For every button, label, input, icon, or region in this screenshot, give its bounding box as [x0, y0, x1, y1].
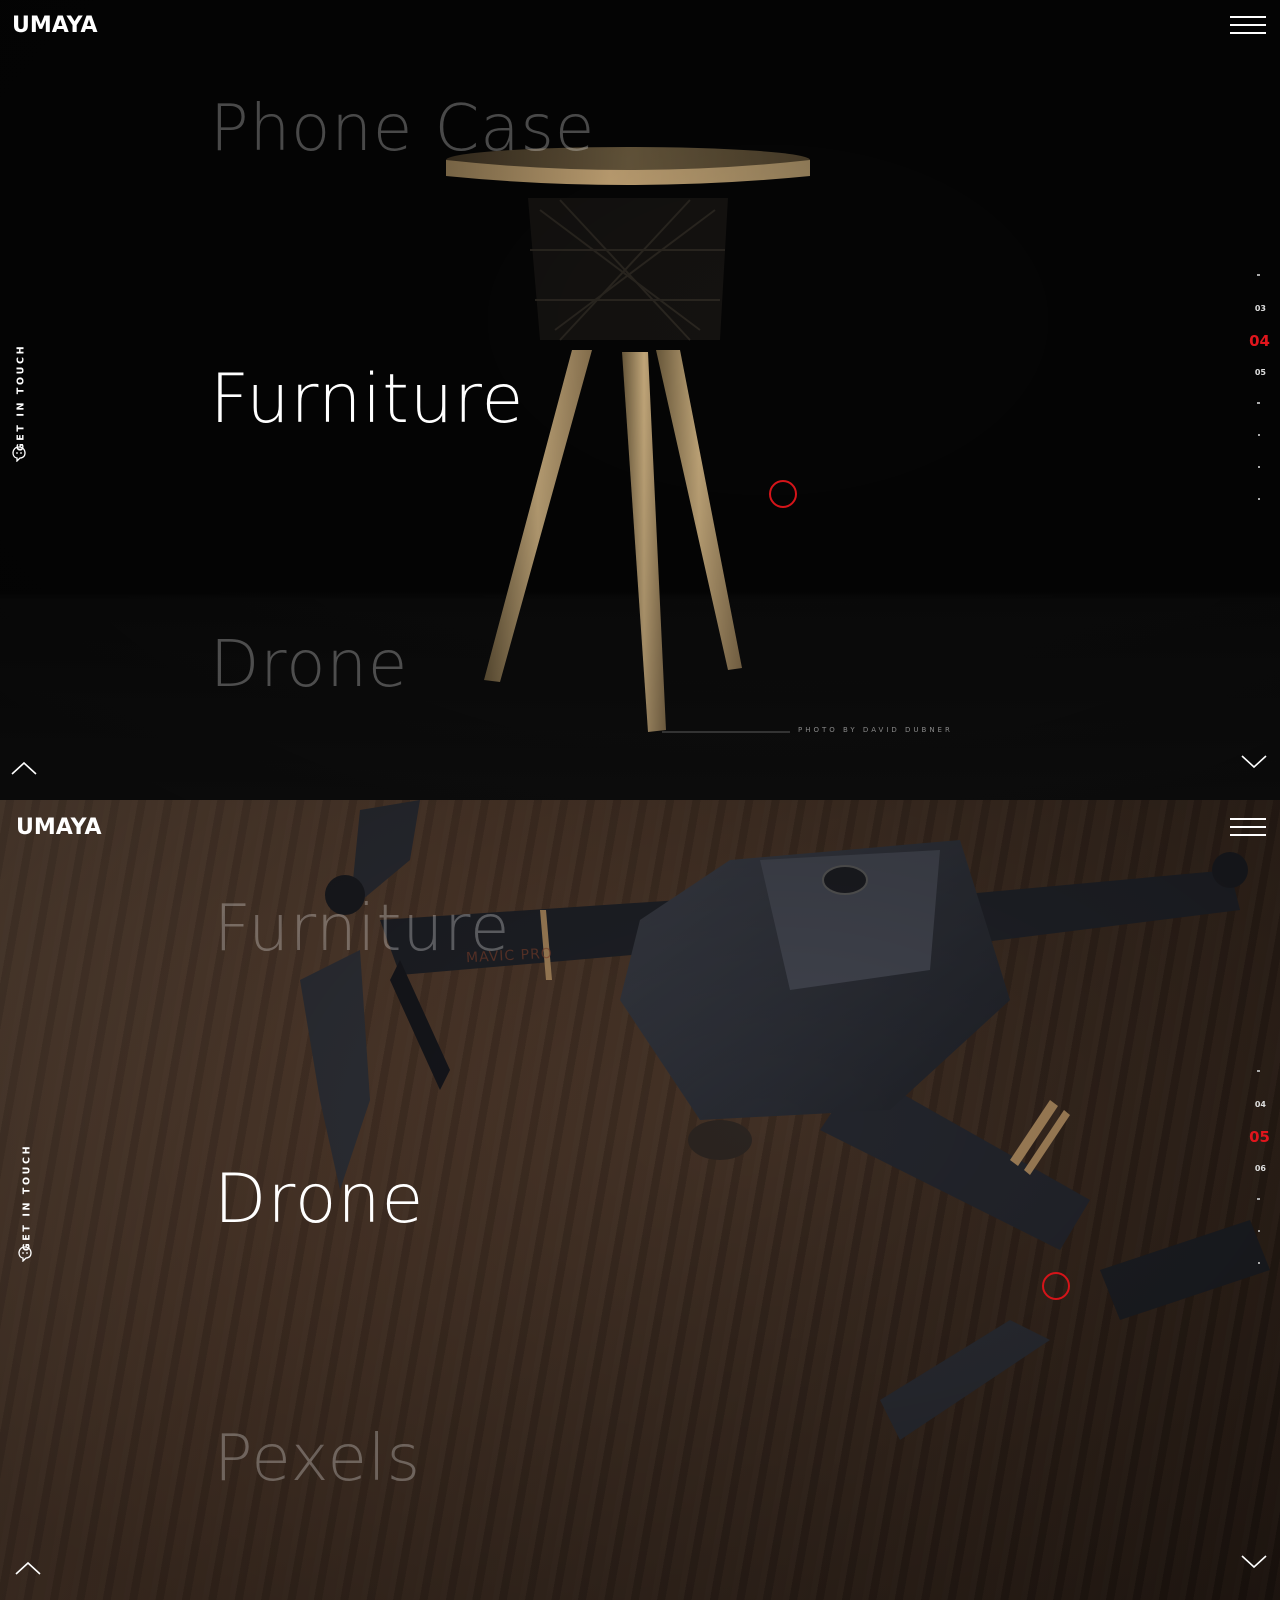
pager-prev-number[interactable]: 03	[1255, 304, 1266, 313]
prev-slide-title[interactable]: Phone Case	[210, 92, 595, 166]
logo-text: UMAYA	[12, 13, 98, 35]
hamburger-icon[interactable]	[1230, 818, 1266, 838]
slide-pager: 04 05 06	[1220, 1070, 1280, 1310]
slide-drone: UMAYA MAVIC PRO Furniture Drone Pexels G…	[0, 800, 1280, 1600]
vignette-overlay	[0, 0, 1280, 800]
pager-current-number[interactable]: 04	[1249, 332, 1270, 350]
pager-current-number[interactable]: 05	[1249, 1128, 1270, 1146]
chevron-down-icon[interactable]	[1240, 1554, 1268, 1570]
chat-bubble-icon	[12, 446, 26, 463]
next-slide-title[interactable]: Drone	[210, 628, 408, 702]
chevron-up-icon[interactable]	[10, 760, 38, 776]
umaya-logo[interactable]: UMAYA	[16, 815, 134, 840]
pager-dot[interactable]	[1257, 274, 1260, 276]
get-in-touch-label: GET IN TOUCH	[21, 1143, 33, 1252]
hotspot-ring[interactable]	[769, 480, 797, 508]
current-slide-title[interactable]: Furniture	[210, 360, 524, 439]
pager-dot[interactable]	[1258, 498, 1260, 500]
get-in-touch-link[interactable]: GET IN TOUCH	[16, 1140, 36, 1270]
pager-dot[interactable]	[1257, 1198, 1260, 1200]
hotspot-ring[interactable]	[1042, 1272, 1070, 1300]
get-in-touch-label: GET IN TOUCH	[15, 343, 27, 452]
chevron-up-icon[interactable]	[14, 1560, 42, 1576]
pager-dot[interactable]	[1258, 1230, 1260, 1232]
hamburger-icon[interactable]	[1230, 16, 1266, 36]
get-in-touch-link[interactable]: GET IN TOUCH	[10, 340, 30, 470]
logo-text: UMAYA	[16, 815, 102, 837]
pager-prev-number[interactable]: 04	[1255, 1100, 1266, 1109]
next-slide-title[interactable]: Pexels	[214, 1422, 421, 1496]
umaya-logo[interactable]: UMAYA	[12, 13, 130, 38]
pager-dot[interactable]	[1258, 466, 1260, 468]
slide-pager: 03 04 05	[1220, 270, 1280, 510]
chevron-down-icon[interactable]	[1240, 754, 1268, 770]
slide-furniture: UMAYA Phone Case Furniture Drone PHOTO B…	[0, 0, 1280, 800]
pager-next-number[interactable]: 06	[1255, 1164, 1266, 1173]
current-slide-title[interactable]: Drone	[214, 1160, 424, 1239]
photo-credit: PHOTO BY DAVID DUBNER	[798, 726, 953, 734]
pager-dot[interactable]	[1257, 402, 1260, 404]
prev-slide-title[interactable]: Furniture	[214, 892, 510, 966]
chat-bubble-icon	[18, 1246, 32, 1263]
vignette-overlay	[0, 800, 1280, 1600]
pager-dot[interactable]	[1258, 434, 1260, 436]
pager-next-number[interactable]: 05	[1255, 368, 1266, 377]
pager-dot[interactable]	[1258, 1262, 1260, 1264]
pager-dot[interactable]	[1257, 1070, 1260, 1072]
